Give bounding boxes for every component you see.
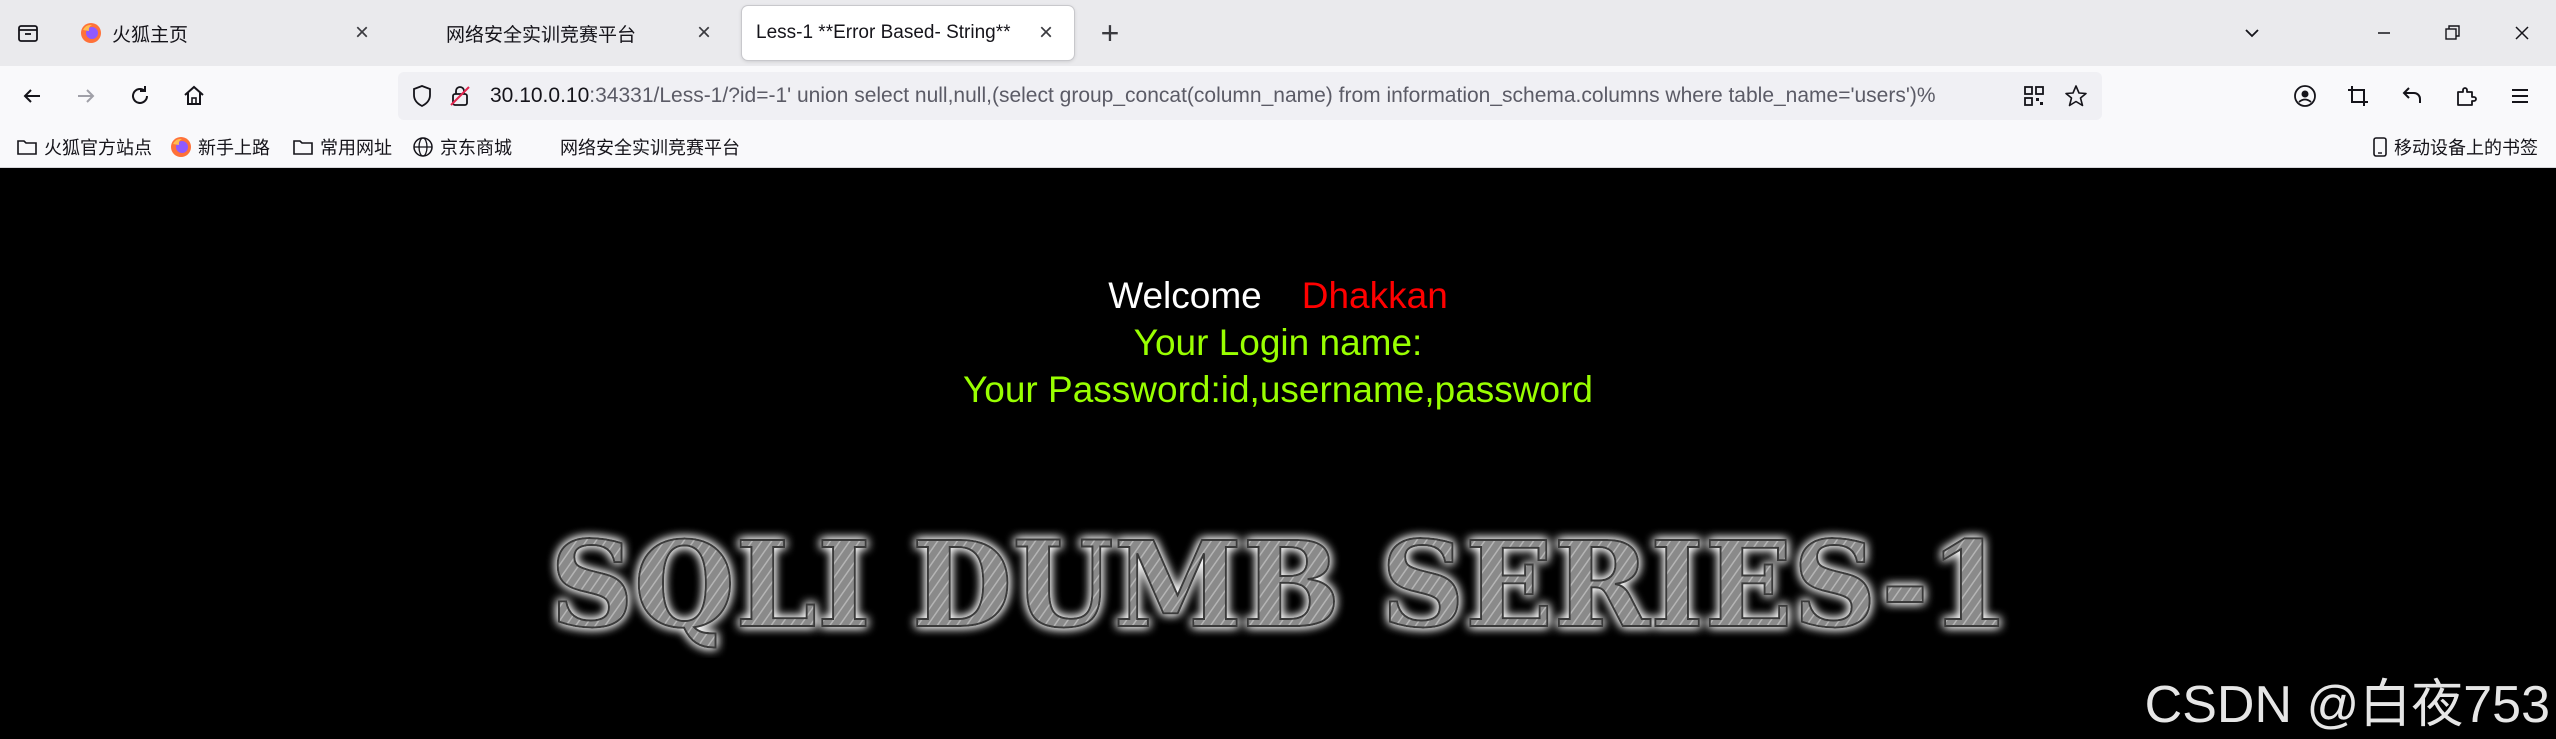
url-host: 30.10.0.10 — [490, 84, 590, 107]
bookmarks-toolbar: 火狐官方站点 新手上路 常用网址 京东商城 网络安全实训竞赛平台 移动设备上的书… — [0, 126, 2556, 168]
bookmark-label: 火狐官方站点 — [44, 138, 152, 158]
welcome-name: Dhakkan — [1301, 275, 1448, 316]
forward-button[interactable] — [66, 76, 106, 116]
csdn-watermark: CSDN @白夜753 — [2144, 676, 2550, 734]
close-tab-icon[interactable]: × — [690, 19, 718, 47]
page-content: Welcome Dhakkan Your Login name: Your Pas… — [0, 168, 2556, 739]
tab-less-1[interactable]: Less-1 **Error Based- String** × — [742, 6, 1074, 60]
firefox-icon — [81, 23, 101, 43]
home-button[interactable] — [174, 76, 214, 116]
tab-firefox-home[interactable]: 火狐主页 × — [66, 6, 390, 60]
list-all-tabs-button[interactable] — [8, 13, 48, 53]
url-path: :34331/Less-1/?id=-1' union select null,… — [589, 84, 1936, 107]
login-name-line: Your Login name: — [1133, 322, 1423, 363]
chevron-down-icon — [2245, 29, 2259, 38]
series-title-text: SQLI DUMB SERIES-1 — [550, 515, 2010, 654]
back-button[interactable] — [12, 76, 52, 116]
undo-icon — [2402, 87, 2421, 103]
tab-strip: 火狐主页 × 网络安全实训竞赛平台 × Less-1 **Error Based… — [0, 0, 2556, 66]
restore-icon — [2445, 25, 2460, 40]
bookmark-training-platform[interactable]: 网络安全实训竞赛平台 — [560, 126, 740, 168]
close-tab-icon[interactable]: × — [1032, 19, 1060, 47]
plus-icon: + — [1100, 14, 1120, 51]
home-icon — [184, 85, 204, 105]
hamburger-menu-icon — [2512, 89, 2528, 103]
arrow-right-icon — [78, 89, 95, 103]
bookmark-label: 新手上路 — [198, 138, 270, 158]
tab-title: Less-1 **Error Based- String** — [756, 22, 1011, 43]
tab-title: 火狐主页 — [112, 24, 189, 46]
extensions-button[interactable] — [2446, 76, 2486, 116]
account-button[interactable] — [2285, 76, 2325, 116]
firefox-icon — [171, 137, 191, 157]
undo-button[interactable] — [2392, 76, 2432, 116]
bookmark-jd-mall[interactable]: 京东商城 — [412, 126, 512, 168]
qr-code-icon[interactable] — [2022, 84, 2046, 113]
folder-icon — [17, 140, 37, 155]
close-icon — [2515, 26, 2529, 40]
reload-icon — [132, 86, 148, 104]
new-tab-button[interactable]: + — [1090, 13, 1130, 53]
puzzle-icon — [2457, 87, 2477, 106]
bookmark-label: 移动设备上的书签 — [2394, 138, 2538, 158]
tab-overflow-button[interactable] — [2230, 13, 2274, 53]
bookmark-star-icon[interactable] — [2064, 84, 2088, 113]
bookmark-mobile[interactable]: 移动设备上的书签 — [2372, 126, 2538, 168]
tab-title: 网络安全实训竞赛平台 — [446, 24, 637, 46]
arrow-left-icon — [23, 89, 40, 103]
globe-icon — [413, 137, 433, 157]
welcome-label: Welcome — [1108, 275, 1262, 316]
password-line: Your Password:id,username,password — [962, 369, 1593, 410]
tab-list-icon — [18, 25, 38, 42]
url-text[interactable]: 30.10.0.10:34331/Less-1/?id=-1' union se… — [490, 72, 2018, 120]
welcome-line: Welcome Dhakkan — [0, 275, 2556, 317]
close-tab-icon[interactable]: × — [348, 19, 376, 47]
crop-icon — [2348, 86, 2368, 106]
minimize-icon — [2378, 32, 2390, 34]
reload-button[interactable] — [120, 76, 160, 116]
bookmark-label: 网络安全实训竞赛平台 — [560, 138, 740, 158]
tab-training-platform[interactable]: 网络安全实训竞赛平台 × — [432, 6, 732, 60]
bookmark-getting-started[interactable]: 新手上路 — [170, 126, 270, 168]
restore-button[interactable] — [2430, 13, 2474, 53]
navigation-toolbar: 30.10.0.10:34331/Less-1/?id=-1' union se… — [0, 66, 2556, 126]
minimize-button[interactable] — [2362, 13, 2406, 53]
menu-button[interactable] — [2500, 76, 2540, 116]
screenshot-button[interactable] — [2338, 76, 2378, 116]
close-window-button[interactable] — [2500, 13, 2544, 53]
bookmark-label: 京东商城 — [440, 138, 512, 158]
bookmark-common-sites[interactable]: 常用网址 — [292, 126, 392, 168]
url-field-clip: 30.10.0.10:34331/Less-1/?id=-1' union se… — [398, 72, 2018, 120]
bookmark-label: 常用网址 — [320, 138, 392, 158]
bookmark-firefox-official[interactable]: 火狐官方站点 — [16, 126, 152, 168]
address-bar[interactable]: 30.10.0.10:34331/Less-1/?id=-1' union se… — [398, 72, 2102, 120]
folder-icon — [293, 140, 313, 155]
series-title-image: SQLI DUMB SERIES-1 — [549, 514, 2011, 655]
account-icon — [2294, 85, 2316, 107]
mobile-icon — [2373, 137, 2387, 157]
